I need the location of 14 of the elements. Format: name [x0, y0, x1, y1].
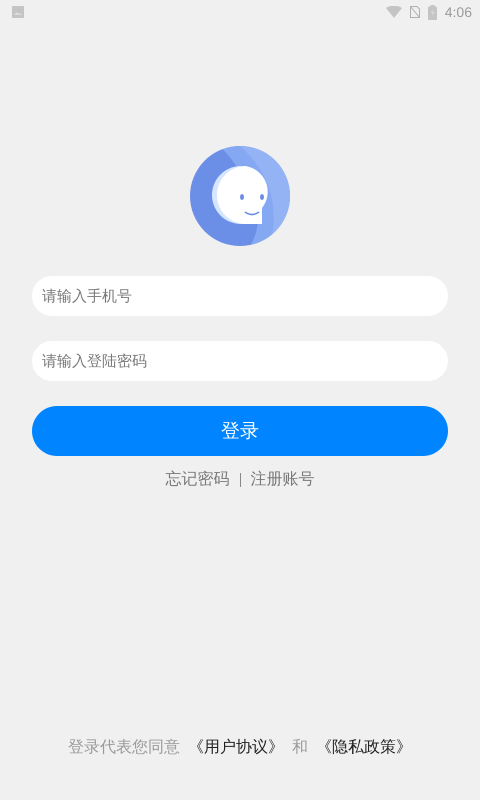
user-agreement-link[interactable]: 《用户协议》 [188, 737, 284, 758]
battery-icon [428, 4, 437, 20]
no-sim-icon [410, 6, 420, 18]
image-icon [11, 5, 25, 19]
clock-time: 4:06 [444, 4, 472, 20]
agreement-text: 登录代表您同意 [68, 737, 180, 758]
privacy-policy-link[interactable]: 《隐私政策》 [316, 737, 412, 758]
wifi-icon [386, 6, 402, 18]
forgot-password-link[interactable]: 忘记密码 [166, 469, 230, 490]
register-account-link[interactable]: 注册账号 [250, 469, 314, 490]
phone-input-field[interactable]: 请输入手机号 [32, 276, 448, 316]
login-button[interactable]: 登录 [32, 406, 448, 456]
conjunction-text: 和 [292, 737, 308, 758]
password-input-field[interactable]: 请输入登陆密码 [32, 341, 448, 381]
